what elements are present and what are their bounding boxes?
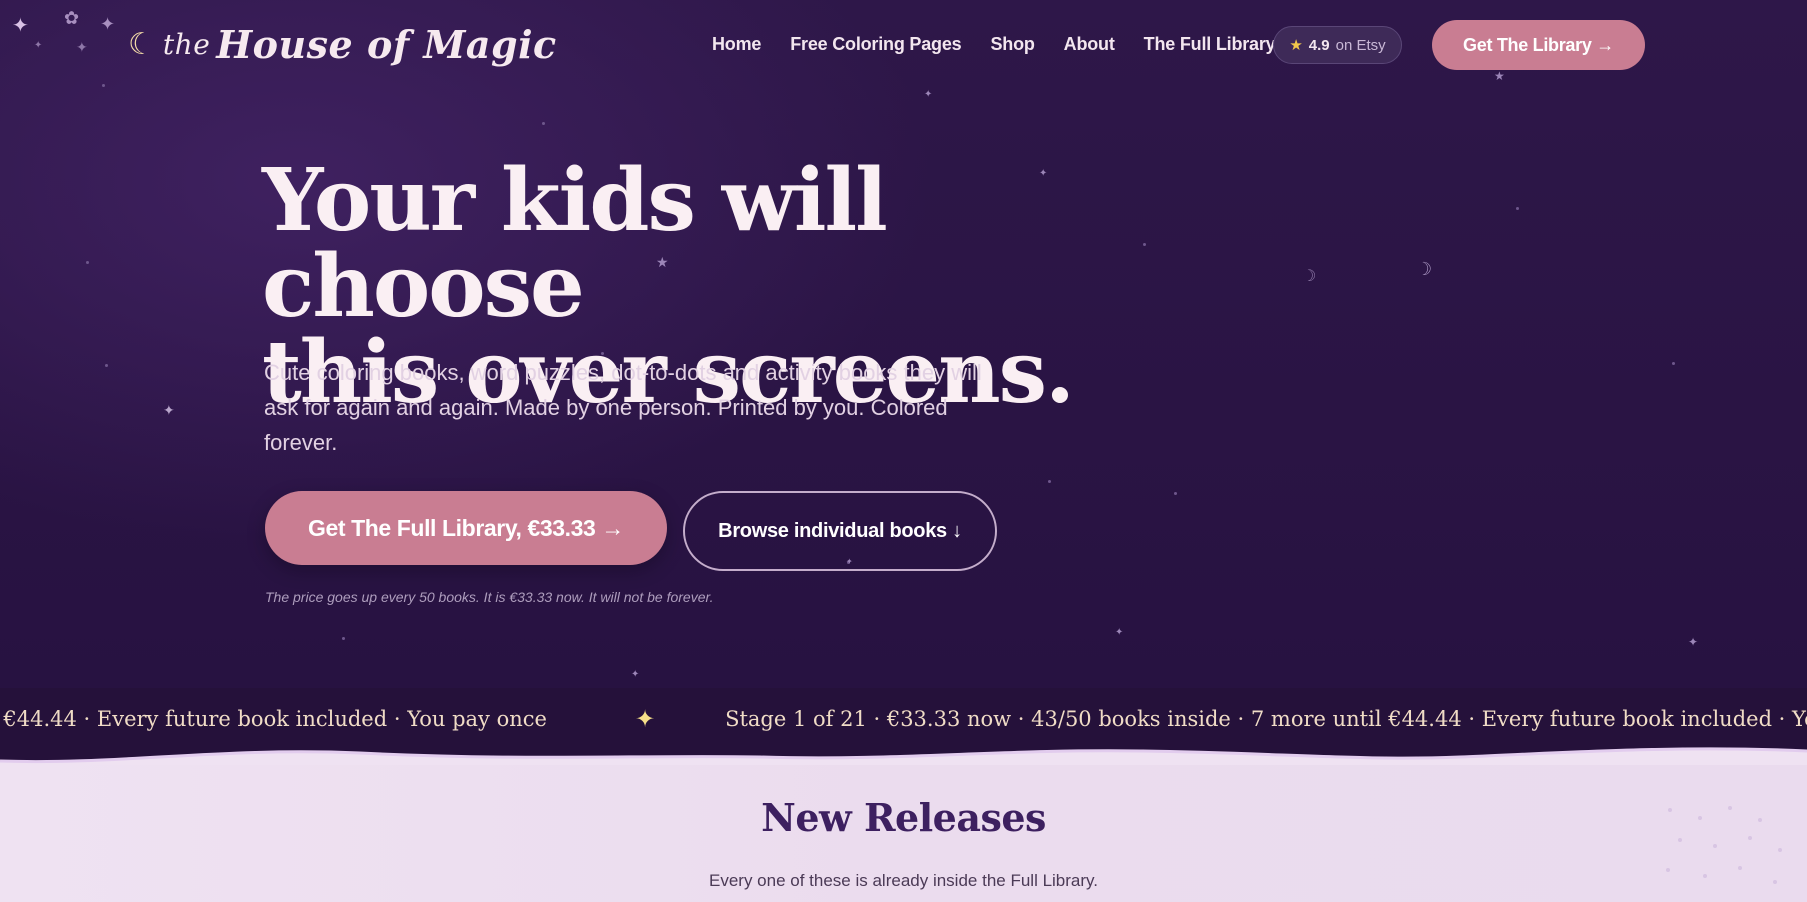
svg-text:✦: ✦ [76,40,88,56]
star-icon: ✦ [1688,635,1699,649]
main-nav: Home Free Coloring Pages Shop About The … [712,34,1304,55]
svg-text:✦: ✦ [12,13,29,37]
get-full-library-button[interactable]: Get The Full Library, €33.33 → [265,491,667,565]
price-note: The price goes up every 50 books. It is … [265,589,714,605]
star-icon: ✦ [163,403,175,419]
dot [102,84,105,87]
headline-line-1: Your kids will choose [262,150,888,337]
get-library-nav-button[interactable]: Get The Library → [1432,20,1645,70]
crescent-moon-icon: ☽ [1302,266,1317,285]
star-icon: ✦ [846,557,853,566]
star-icon: ★ [1289,36,1303,54]
star-icon: ✦ [1115,627,1124,638]
svg-text:✿: ✿ [64,8,79,29]
crescent-moon-icon: ☾ [128,27,155,62]
logo-name: House of Magic [216,22,557,67]
nav-home[interactable]: Home [712,34,761,55]
hero-subtext: Cute coloring books, word puzzles, dot-t… [264,360,982,455]
star-icon: ★ [1494,69,1505,83]
dot [342,637,345,640]
dot [1048,480,1051,483]
star-icon: ✦ [924,89,933,100]
browse-books-button[interactable]: Browse individual books ↓ [683,491,997,571]
dot [542,122,545,125]
site-logo[interactable]: ☾ the House of Magic [128,22,557,67]
section-title: New Releases [761,795,1046,840]
dot [86,261,89,264]
etsy-rating-badge[interactable]: ★ 4.9 on Etsy [1273,26,1402,64]
dots-decoration-icon [1666,806,1782,884]
star-icon: ✦ [631,669,640,680]
new-releases-section: New Releases Every one of these is alrea… [0,765,1807,902]
nav-full-library[interactable]: The Full Library [1144,34,1276,55]
svg-text:✦: ✦ [34,40,42,51]
hero-section: ✦ ★ ★ ✦ ✦ ✦ ✦ ✦ ☽ ☽ ✦ ✿ ✦ ✦ ✦ ☾ the Hous… [0,0,1807,765]
section-subtitle: Every one of these is already inside the… [709,871,1098,890]
marquee-track: ore until €44.44 · Every future book inc… [0,705,1807,733]
dot [1516,207,1519,210]
nav-about[interactable]: About [1064,34,1115,55]
nav-free-coloring-pages[interactable]: Free Coloring Pages [790,34,961,55]
rating-value: 4.9 [1308,36,1330,54]
nav-shop[interactable]: Shop [990,34,1034,55]
sparkle-cluster-icon: ✦ ✿ ✦ ✦ ✦ [12,8,115,56]
svg-text:✦: ✦ [100,14,115,35]
sparkle-icon: ✦ [634,705,656,733]
logo-the: the [162,28,211,61]
rating-source: on Etsy [1335,36,1386,54]
dot [1174,492,1177,495]
crescent-moon-icon: ☽ [1416,259,1433,280]
marquee-text: ore until €44.44 · Every future book inc… [0,707,547,731]
dot [105,364,108,367]
dot [1672,362,1675,365]
marquee-text: Stage 1 of 21 · €33.33 now · 43/50 books… [725,707,1807,731]
